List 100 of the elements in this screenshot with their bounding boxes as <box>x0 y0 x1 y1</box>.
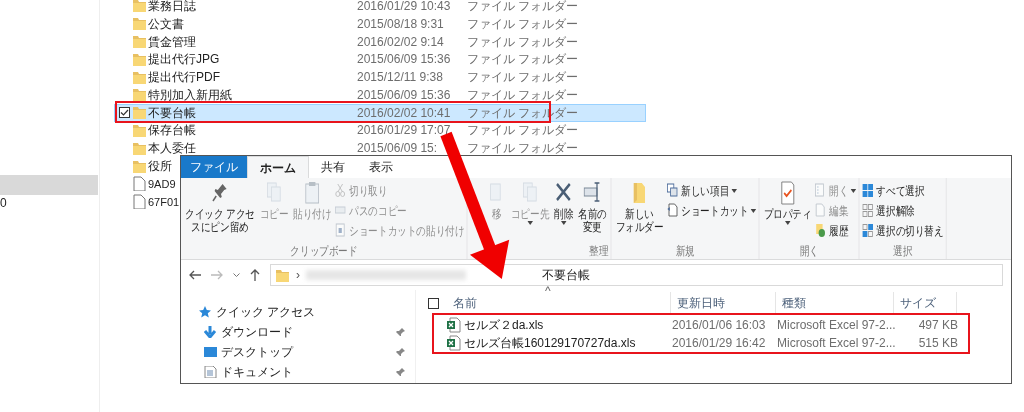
file-name[interactable]: 67F01 <box>148 195 180 208</box>
nav-item[interactable]: ドキュメント <box>221 363 293 381</box>
file-type: ファイル フォルダー <box>467 33 579 51</box>
list-row[interactable]: 67F01 <box>114 192 183 211</box>
ribbon-button[interactable]: ショートカット <box>666 201 757 220</box>
list-row[interactable]: 9AD9 <box>114 174 179 193</box>
nav-item[interactable]: クイック アクセス <box>216 303 316 321</box>
list-row[interactable]: 保存台帳 2016/01/29 17:07 ファイル フォルダー <box>114 121 646 140</box>
list-row[interactable]: 役所 <box>114 157 175 175</box>
breadcrumb-separator: › <box>296 267 300 284</box>
modified-date: 2015/06/09 15:36 <box>357 51 452 69</box>
column-header[interactable]: 種類 <box>776 292 894 314</box>
invert-selection-icon <box>862 223 875 238</box>
modified-date: 2016/01/29 16:42 <box>672 335 767 352</box>
copy-icon <box>521 181 539 205</box>
ribbon-button[interactable]: クイック アクセ スにピン留め <box>183 181 257 234</box>
address-bar[interactable]: › 不要台帳 <box>270 264 1003 286</box>
file-name[interactable]: 提出代行PDF <box>148 70 220 85</box>
checkbox <box>118 107 130 119</box>
ribbon-button[interactable]: すべて選択 <box>862 181 925 200</box>
column-header[interactable]: 更新日時 <box>671 292 776 314</box>
ribbon-button[interactable]: 選択の切り替え <box>862 221 944 240</box>
document-icon <box>204 366 217 378</box>
modified-date: 2016/01/06 16:03 <box>672 317 767 334</box>
folder-icon <box>132 0 147 14</box>
file-type: ファイル フォルダー <box>467 140 579 158</box>
list-row[interactable]: 賃金管理 2016/02/02 9:14 ファイル フォルダー <box>114 32 646 51</box>
folder-icon <box>132 87 147 103</box>
file-name[interactable]: 賃金管理 <box>148 34 196 49</box>
file-name[interactable]: 特別加入新用紙 <box>148 87 232 102</box>
file-type: Microsoft Excel 97-2... <box>777 335 895 352</box>
list-row[interactable]: 業務日誌 2016/01/29 10:43 ファイル フォルダー <box>114 0 646 15</box>
folder-icon <box>132 34 147 49</box>
up-icon <box>250 269 260 281</box>
modified-date: 2016/02/02 10:41 <box>357 104 452 122</box>
modified-date: 2016/01/29 10:43 <box>357 0 452 15</box>
folder-icon <box>132 105 147 121</box>
list-row[interactable]: 提出代行PDF 2015/12/11 9:38 ファイル フォルダー <box>114 68 646 86</box>
file-type: Microsoft Excel 97-2... <box>777 317 895 334</box>
edit-icon <box>814 203 827 218</box>
file-type: ファイル フォルダー <box>467 86 579 104</box>
file-name[interactable]: 提出代行JPG <box>148 52 220 67</box>
group-label: クリップボード <box>290 245 358 257</box>
ribbon-button[interactable]: 名前の 変更 <box>576 181 609 234</box>
modified-date: 2016/01/29 17:07 <box>357 122 452 140</box>
ribbon-button[interactable]: 履歴 <box>814 221 849 240</box>
list-row[interactable]: 本人委任 2015/06/09 15: ファイル フォルダー <box>114 139 646 158</box>
file-name[interactable]: セルズ２da.xls <box>464 318 544 332</box>
ribbon-button[interactable]: 新しい項目 <box>666 181 738 200</box>
breadcrumb-item[interactable]: 不要台帳 <box>542 266 590 284</box>
nav-item[interactable]: ダウンロード <box>221 323 293 341</box>
star-icon <box>199 306 212 318</box>
forward-icon <box>211 270 223 280</box>
column-header[interactable]: 名前 <box>447 292 671 314</box>
ribbon-tab[interactable]: 共有 <box>309 156 357 178</box>
file-tab[interactable]: ファイル <box>181 156 247 178</box>
group-label: 開く <box>799 245 819 257</box>
file-name[interactable]: 業務日誌 <box>148 0 196 13</box>
shortcut-icon <box>666 203 679 218</box>
properties-icon <box>778 181 797 205</box>
modified-date: 2015/06/09 15:36 <box>357 86 452 104</box>
scissors-icon <box>334 183 347 198</box>
nav-item[interactable]: デスクトップ <box>221 343 293 361</box>
file-type: ファイル フォルダー <box>467 51 579 69</box>
group-label: 整理 <box>589 245 609 257</box>
folder-icon <box>132 140 147 156</box>
spreadsheet-icon <box>446 335 461 351</box>
copy-icon <box>265 181 283 205</box>
ribbon-tab[interactable]: ホーム <box>247 156 309 178</box>
list-row[interactable]: 提出代行JPG 2015/06/09 15:36 ファイル フォルダー <box>114 50 646 69</box>
ribbon-button[interactable]: 削除 <box>552 181 575 225</box>
modified-date: 2015/06/09 15: <box>357 140 439 158</box>
folder-icon <box>132 122 147 138</box>
file-name[interactable]: 不要台帳 <box>148 105 196 120</box>
new-item-icon <box>666 183 679 198</box>
dropdown-icon <box>233 272 240 278</box>
file-icon <box>132 194 147 210</box>
file-name[interactable]: 9AD9 <box>148 177 176 190</box>
file-name[interactable]: 役所 <box>148 159 172 174</box>
ribbon-button[interactable]: 新しい フォルダー <box>614 181 666 234</box>
file-name[interactable]: 本人委任 <box>148 141 196 156</box>
file-name[interactable]: 保存台帳 <box>148 123 196 138</box>
rename-icon <box>583 181 602 205</box>
folder-icon <box>132 16 147 32</box>
modified-date: 2015/08/18 9:31 <box>357 15 445 33</box>
file-size: 497 KB <box>917 317 958 334</box>
ribbon-button[interactable]: 選択解除 <box>862 201 915 220</box>
folder-icon <box>132 158 147 174</box>
nav-item-text: 0 <box>0 196 7 210</box>
list-row[interactable]: 特別加入新用紙 2015/06/09 15:36 ファイル フォルダー <box>114 86 646 104</box>
modified-date: 2015/12/11 9:38 <box>357 69 444 87</box>
column-header[interactable]: サイズ <box>894 292 957 314</box>
list-row[interactable]: 公文書 2015/08/18 9:31 ファイル フォルダー <box>114 14 646 33</box>
ribbon-button[interactable]: プロパティ <box>762 181 814 225</box>
file-name[interactable]: セルズ台帳160129170727da.xls <box>464 336 636 350</box>
clipboard-icon <box>303 181 322 205</box>
download-icon <box>204 326 217 338</box>
file-size: 515 KB <box>917 335 958 352</box>
file-name[interactable]: 公文書 <box>148 16 184 31</box>
ribbon-tab[interactable]: 表示 <box>357 156 405 178</box>
